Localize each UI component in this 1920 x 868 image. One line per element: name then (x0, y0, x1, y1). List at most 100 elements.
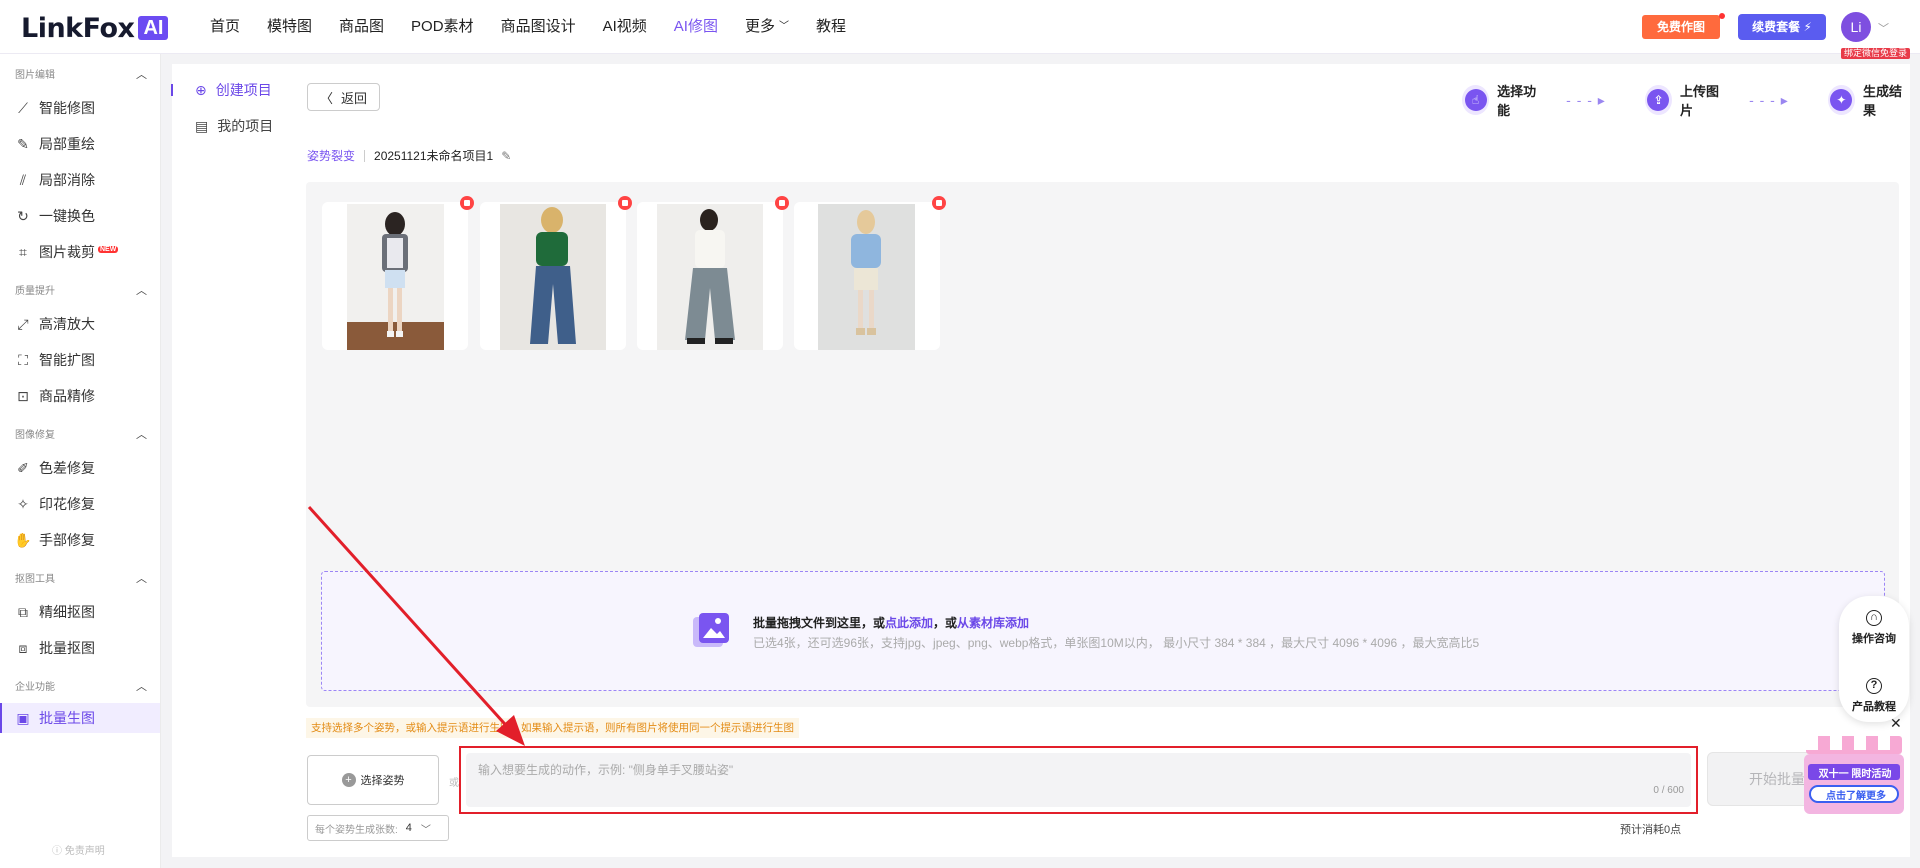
uploaded-image-thumb[interactable] (480, 196, 632, 350)
section-title[interactable]: 企业功能 ︿ (15, 678, 147, 693)
upload-text: ，或 (933, 616, 958, 630)
delete-icon[interactable] (460, 196, 474, 210)
sidebar-item-label: 智能扩图 (39, 352, 95, 368)
nav-tutorial[interactable]: 教程 (816, 17, 846, 37)
cost-estimate: 预计消耗0点 (1620, 824, 1682, 836)
sidebar-item-label: 局部消除 (39, 172, 95, 188)
chevron-up-icon[interactable]: ︿ (136, 282, 147, 298)
logo-text: LinkFox (21, 12, 135, 44)
bind-wechat-badge[interactable]: 绑定微信免登录 (1841, 48, 1911, 59)
model-photo (657, 204, 763, 350)
nav-more-label: 更多 (744, 18, 775, 35)
sidebar-item-label: 批量抠图 (39, 640, 95, 656)
nav-design[interactable]: 商品图设计 (501, 17, 576, 37)
delete-icon[interactable] (932, 196, 946, 210)
disclaimer-link[interactable]: ⓘ 免责声明 (52, 842, 105, 857)
nav-home[interactable]: 首页 (210, 17, 240, 37)
consult-button[interactable]: ∩ 操作咨询 (1839, 610, 1909, 646)
step-indicator: ☝ 选择功能 - - - ▸ ⇪ 上传图片 - - - ▸ ✦ 生成结果 (1462, 81, 1910, 119)
chevron-up-icon[interactable]: ︿ (136, 426, 147, 442)
renew-plan-button[interactable]: 续费套餐 ⚡ (1738, 14, 1826, 40)
edit-icon: ✎ (17, 135, 29, 152)
sidebar-item-batch-cutout[interactable]: ⧈ 批量抠图 (0, 633, 160, 663)
sidebar-item-print-fix[interactable]: ✧ 印花修复 (0, 489, 160, 519)
uploaded-image-thumb[interactable] (637, 196, 789, 350)
create-project-item[interactable]: ⊕ 创建项目 (171, 75, 296, 105)
chevron-up-icon[interactable]: ︿ (136, 570, 147, 586)
sidebar-item-expand[interactable]: ⛶ 智能扩图 (0, 345, 160, 375)
uploaded-image-thumb[interactable] (794, 196, 946, 350)
nav-model[interactable]: 模特图 (267, 17, 312, 37)
nav-ai-video[interactable]: AI视频 (603, 17, 647, 37)
click-to-add-link[interactable]: 点此添加 (885, 616, 933, 630)
sidebar-item-inpaint[interactable]: ✎ 局部重绘 (0, 129, 160, 159)
count-per-pose-select[interactable]: 每个姿势生成张数: 4 ﹀ (307, 815, 449, 841)
free-create-button[interactable]: 免费作图 (1642, 15, 1720, 39)
uploaded-image-thumb[interactable] (322, 196, 474, 350)
section-title-label: 图片编辑 (15, 70, 55, 81)
workspace: 批量拖拽文件到这里，或点此添加，或从素材库添加 已选4张，还可选96张，支持jp… (306, 182, 1899, 707)
sidebar-item-erase[interactable]: ⫽ 局部消除 (0, 165, 160, 195)
chevron-down-icon[interactable]: ﹀ (1878, 20, 1889, 36)
nav-ai-retouch[interactable]: AI修图 (674, 17, 718, 37)
chevron-down-icon: ﹀ (420, 824, 431, 836)
sidebar-item-hand-fix[interactable]: ✋ 手部修复 (0, 525, 160, 555)
nav-pod[interactable]: POD素材 (411, 17, 474, 37)
avatar[interactable]: Li (1841, 12, 1871, 42)
step-upload: ⇪ 上传图片 (1644, 81, 1727, 119)
refine-icon: ⊡ (17, 387, 29, 404)
chevron-up-icon[interactable]: ︿ (136, 678, 147, 694)
upload-icon: ⇪ (1644, 85, 1673, 115)
model-photo (818, 204, 915, 350)
delete-icon[interactable] (618, 196, 632, 210)
sidebar-item-batch-generate[interactable]: ▣ 批量生图 (0, 703, 160, 733)
print-icon: ✧ (17, 495, 29, 512)
chevron-up-icon[interactable]: ︿ (136, 66, 147, 82)
nav-product[interactable]: 商品图 (339, 17, 384, 37)
sidebar-item-refine[interactable]: ⊡ 商品精修 (0, 381, 160, 411)
close-icon[interactable]: ✕ (1890, 715, 1902, 732)
section-title[interactable]: 抠图工具 ︿ (15, 570, 147, 585)
promo-line2: 点击了解更多 (1826, 791, 1886, 802)
back-button[interactable]: 〈返回 (307, 83, 380, 111)
prompt-input[interactable]: 输入想要生成的动作，示例: "侧身单手叉腰站姿" (466, 753, 1691, 807)
upload-instructions: 批量拖拽文件到这里，或点此添加，或从素材库添加 (753, 614, 1029, 631)
logo-ai-badge: AI (138, 16, 169, 40)
logo[interactable]: LinkFox AI (21, 12, 169, 44)
select-pose-label: 选择姿势 (360, 775, 405, 787)
prompt-hint: 支持选择多个姿势，或输入提示语进行生图，如果输入提示语，则所有图片将使用同一个提… (306, 718, 799, 738)
select-pose-button[interactable]: + 选择姿势 (307, 755, 439, 805)
upload-dropzone[interactable]: 批量拖拽文件到这里，或点此添加，或从素材库添加 已选4张，还可选96张，支持jp… (321, 571, 1885, 691)
sidebar-item-color-fix[interactable]: ✐ 色差修复 (0, 453, 160, 483)
section-title[interactable]: 质量提升 ︿ (15, 282, 147, 297)
tutorial-button[interactable]: ? 产品教程 (1839, 678, 1909, 714)
delete-icon[interactable] (775, 196, 789, 210)
plus-circle-icon: ⊕ (195, 81, 207, 98)
sidebar-item-smart-retouch[interactable]: ⟋ 智能修图 (0, 93, 160, 123)
top-bar: LinkFox AI 首页 模特图 商品图 POD素材 商品图设计 AI视频 A… (0, 0, 1920, 59)
active-marker (171, 84, 173, 96)
main-panel: 〈返回 ☝ 选择功能 - - - ▸ ⇪ 上传图片 - - - ▸ ✦ 生成结果 姿势… (296, 64, 1910, 857)
sidebar-item-label: 局部重绘 (39, 136, 95, 152)
headset-icon: ∩ (1866, 610, 1882, 626)
add-from-library-link[interactable]: 从素材库添加 (957, 616, 1029, 630)
section-title[interactable]: 图像修复 ︿ (15, 426, 147, 441)
disclaimer-label: 免责声明 (64, 846, 105, 857)
section-title[interactable]: 图片编辑 ︿ (15, 66, 147, 81)
sidebar-item-fine-cutout[interactable]: ⧉ 精细抠图 (0, 597, 160, 627)
sidebar-item-label: 商品精修 (39, 388, 95, 404)
crop-icon: ⌗ (19, 243, 27, 260)
sidebar-item-crop[interactable]: ⌗ 图片裁剪 NEW (0, 237, 160, 267)
edit-icon[interactable]: ✎ (501, 149, 511, 163)
image-icon: ▣ (16, 709, 30, 726)
sidebar-item-recolor[interactable]: ↻ 一键换色 (0, 201, 160, 231)
step-result: ✦ 生成结果 (1827, 81, 1910, 119)
cutout-icon: ⧉ (18, 603, 28, 620)
nav-more[interactable]: 更多 ﹀ (745, 17, 789, 37)
chevron-down-icon: ﹀ (778, 21, 789, 32)
expand-icon: ⛶ (18, 351, 28, 368)
breadcrumb-feature[interactable]: 姿势裂变 (307, 147, 355, 164)
sidebar-item-upscale[interactable]: ⤢ 高清放大 (0, 309, 160, 339)
dashed-arrow-icon: - - - ▸ (1749, 91, 1789, 108)
my-projects-item[interactable]: ▤ 我的项目 (172, 111, 296, 141)
